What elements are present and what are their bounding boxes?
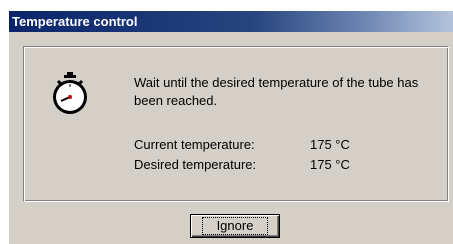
current-temperature-value: 175 °C: [310, 137, 350, 152]
desired-temperature-value: 175 °C: [310, 157, 350, 172]
stopwatch-icon: [53, 72, 87, 114]
temperature-control-dialog: Temperature control Wait until the desir…: [8, 10, 453, 244]
current-temperature-label: Current temperature:: [134, 137, 255, 152]
ignore-button-label: Ignore: [201, 217, 269, 235]
window-title: Temperature control: [9, 11, 453, 32]
ignore-button[interactable]: Ignore: [190, 214, 280, 238]
message-panel: Wait until the desired temperature of th…: [23, 46, 449, 202]
wait-message: Wait until the desired temperature of th…: [134, 75, 419, 108]
desired-temperature-label: Desired temperature:: [134, 157, 257, 172]
